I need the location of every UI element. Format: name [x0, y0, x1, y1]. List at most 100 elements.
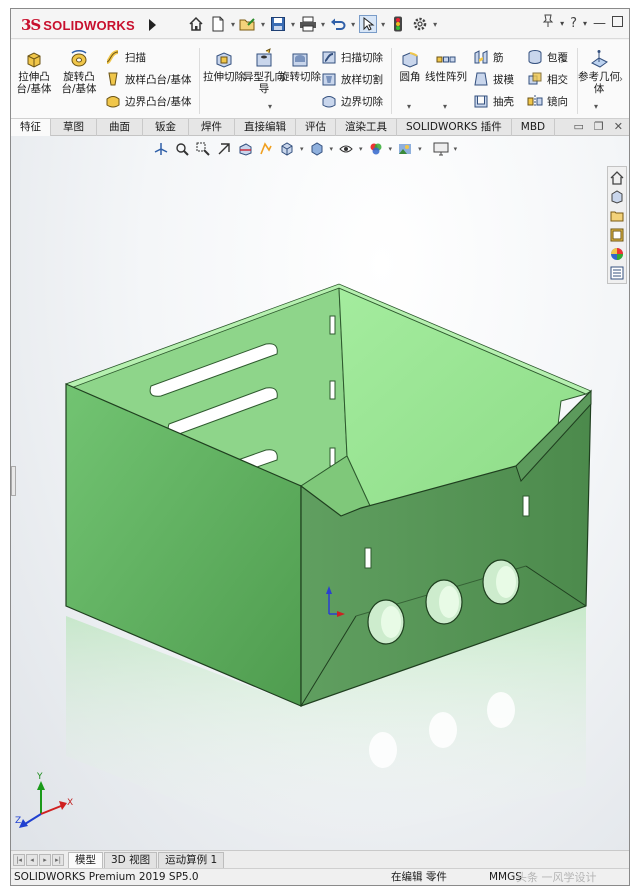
fillet-dropdown-icon[interactable]: ▾ — [407, 102, 411, 111]
tab-model[interactable]: 模型 — [68, 851, 103, 868]
reference-geometry-button[interactable]: 参考几何体 — [577, 48, 621, 95]
tab-addins[interactable]: SOLIDWORKS 插件 — [397, 119, 512, 136]
document-close-icon[interactable]: ✕ — [614, 120, 623, 133]
intersect-button[interactable]: 相交 — [527, 70, 568, 88]
select-dropdown-icon[interactable]: ▾ — [381, 20, 385, 29]
save-dropdown-icon[interactable]: ▾ — [291, 20, 295, 29]
print-icon[interactable] — [299, 15, 317, 33]
shell-button[interactable]: 抽壳 — [473, 92, 514, 110]
document-minimize-icon[interactable]: ▭ — [574, 120, 584, 133]
tab-3d-views[interactable]: 3D 视图 — [104, 851, 158, 868]
solidworks-logo-text: SOLIDWORKS — [43, 17, 135, 33]
shell-label: 抽壳 — [493, 95, 514, 108]
quick-access-toolbar: ▾ ▾ ▾ ▾ ▾ ▾ ▾ — [187, 14, 437, 34]
draft-button[interactable]: 拔模 — [473, 70, 514, 88]
draft-label: 拔模 — [493, 73, 514, 86]
sweep-label: 扫描 — [125, 51, 146, 64]
shell-icon — [473, 93, 489, 109]
options-gear-icon[interactable] — [411, 15, 429, 33]
linear-pattern-label: 线性阵列 — [425, 71, 467, 83]
rib-button[interactable]: 筋 — [473, 48, 504, 66]
swept-cut-icon — [321, 49, 337, 65]
tab-sketch[interactable]: 草图 — [51, 119, 97, 136]
restore-icon[interactable] — [612, 15, 623, 31]
loft-boss-button[interactable]: 放样凸台/基体 — [105, 70, 192, 88]
print-dropdown-icon[interactable]: ▾ — [321, 20, 325, 29]
tab-features[interactable]: 特征 — [11, 119, 51, 136]
version-text: SOLIDWORKS Premium 2019 SP5.0 — [14, 871, 199, 883]
pattern-dropdown-icon[interactable]: ▾ — [443, 102, 447, 111]
mirror-button[interactable]: 镜向 — [527, 92, 568, 110]
select-cursor-icon[interactable] — [359, 15, 378, 33]
hole-wizard-icon — [253, 48, 275, 70]
boundary-cut-icon — [321, 93, 337, 109]
tab-evaluate[interactable]: 评估 — [296, 119, 336, 136]
help-dropdown-icon[interactable]: ▾ — [583, 19, 587, 28]
extrude-boss-icon — [23, 48, 45, 70]
undo-icon[interactable] — [329, 15, 347, 33]
linear-pattern-button[interactable]: 线性阵列 — [425, 48, 467, 83]
swept-cut-button[interactable]: 扫描切除 — [321, 48, 383, 66]
fillet-icon — [399, 48, 421, 70]
window-utility-icons: ▾ ? ▾ — — [542, 14, 623, 32]
tab-direct-editing[interactable]: 直接编辑 — [235, 119, 296, 136]
extrude-boss-label: 拉伸凸台/基体 — [16, 71, 52, 95]
new-document-icon[interactable] — [209, 15, 227, 33]
swept-cut-label: 扫描切除 — [341, 51, 383, 64]
model-view-tabs: |◂ ◂ ▸ ▸| 模型 3D 视图 运动算例 1 — [11, 850, 629, 868]
minimize-icon[interactable]: — — [593, 16, 606, 31]
rib-icon — [473, 49, 489, 65]
first-tab-icon[interactable]: |◂ — [13, 853, 25, 866]
tab-weldments[interactable]: 焊件 — [189, 119, 235, 136]
reference-geometry-label: 参考几何体 — [578, 71, 620, 95]
revolve-cut-button[interactable]: 旋转切除 — [279, 48, 321, 83]
triad-y-label: Y — [37, 772, 43, 782]
sheet-metal-box-model[interactable] — [11, 136, 629, 850]
watermark: 头条 一风学设计 — [516, 871, 597, 884]
boundary-cut-button[interactable]: 边界切除 — [321, 92, 383, 110]
ribbon-overflow-icon[interactable]: › — [619, 74, 623, 85]
undo-dropdown-icon[interactable]: ▾ — [351, 20, 355, 29]
traffic-light-icon[interactable] — [389, 15, 407, 33]
pin-icon[interactable] — [542, 14, 554, 32]
tab-sheet-metal[interactable]: 钣金 — [143, 119, 189, 136]
extrude-boss-button[interactable]: 拉伸凸台/基体 — [13, 48, 55, 95]
hole-wizard-dropdown-icon[interactable]: ▾ — [268, 102, 272, 111]
help-icon[interactable]: ? — [570, 16, 577, 31]
open-dropdown-icon[interactable]: ▾ — [261, 20, 265, 29]
menu-expand-icon[interactable] — [149, 19, 156, 31]
solidworks-logo[interactable]: 3S SOLIDWORKS — [21, 15, 135, 35]
prev-tab-icon[interactable]: ◂ — [26, 853, 38, 866]
boundary-boss-label: 边界凸台/基体 — [125, 95, 192, 108]
graphics-area[interactable]: ▾ ▾ ▾ ▾ ▾ ▾ Y X Z — [11, 136, 629, 850]
rib-label: 筋 — [493, 51, 504, 64]
extrude-cut-button[interactable]: 拉伸切除 — [203, 48, 245, 83]
tab-surfaces[interactable]: 曲面 — [97, 119, 143, 136]
save-icon[interactable] — [269, 15, 287, 33]
tab-render-tools[interactable]: 渲染工具 — [336, 119, 397, 136]
home-icon[interactable] — [187, 15, 205, 33]
tab-scroll-buttons: |◂ ◂ ▸ ▸| — [13, 853, 64, 866]
tab-motion-study[interactable]: 运动算例 1 — [158, 851, 225, 868]
sweep-button[interactable]: 扫描 — [105, 48, 146, 66]
ref-geometry-dropdown-icon[interactable]: ▾ — [594, 102, 598, 111]
revolve-boss-icon — [68, 48, 90, 70]
lofted-cut-label: 放样切割 — [341, 73, 383, 86]
command-manager-ribbon: 拉伸凸台/基体 旋转凸台/基体 扫描 放样凸台/基体 边界凸台/基体 拉伸切除 … — [11, 40, 629, 118]
wrap-icon — [527, 49, 543, 65]
wrap-button[interactable]: 包覆 — [527, 48, 568, 66]
mirror-label: 镜向 — [547, 95, 568, 108]
next-tab-icon[interactable]: ▸ — [39, 853, 51, 866]
tab-mbd[interactable]: MBD — [512, 119, 556, 136]
open-icon[interactable] — [239, 15, 257, 33]
document-restore-icon[interactable]: ❐ — [594, 120, 604, 133]
new-dropdown-icon[interactable]: ▾ — [231, 20, 235, 29]
pin-dropdown-icon[interactable]: ▾ — [560, 19, 564, 28]
boundary-boss-button[interactable]: 边界凸台/基体 — [105, 92, 192, 110]
lofted-cut-button[interactable]: 放样切割 — [321, 70, 383, 88]
loft-boss-icon — [105, 71, 121, 87]
last-tab-icon[interactable]: ▸| — [52, 853, 64, 866]
revolve-boss-button[interactable]: 旋转凸台/基体 — [58, 48, 100, 95]
lofted-cut-icon — [321, 71, 337, 87]
options-dropdown-icon[interactable]: ▾ — [433, 20, 437, 29]
